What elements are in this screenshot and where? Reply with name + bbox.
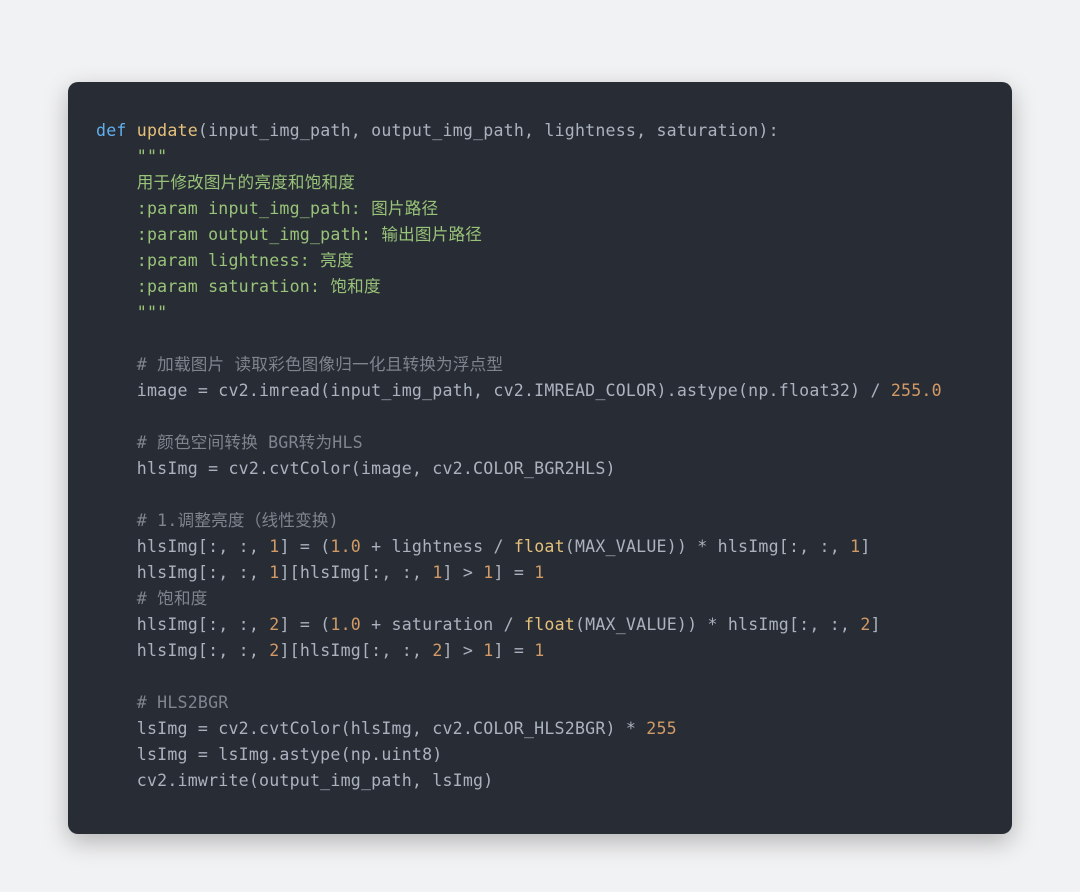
code-token: def [96, 121, 137, 140]
code-token: ) [758, 121, 768, 140]
code-token: # 饱和度 [137, 589, 208, 608]
code-token: 255 [646, 719, 677, 738]
code-token: # 颜色空间转换 BGR转为HLS [137, 433, 363, 452]
code-token: ( [198, 121, 208, 140]
code-token: """ [137, 147, 168, 166]
code-token: ] [860, 537, 870, 556]
code-token: 2 [860, 615, 870, 634]
code-token: ] = [493, 563, 534, 582]
code-token: 1 [483, 641, 493, 660]
code-token: ] > [443, 563, 484, 582]
code-token: # HLS2BGR [137, 693, 229, 712]
code-token: 1 [534, 563, 544, 582]
code-token: 1 [269, 537, 279, 556]
code-token: :param lightness: 亮度 [96, 251, 354, 270]
code-token: (MAX_VALUE)) * hlsImg[:, :, [575, 615, 860, 634]
code-token: ] = ( [279, 615, 330, 634]
code-token [96, 355, 137, 374]
code-token: # 1.调整亮度（线性变换) [137, 511, 339, 530]
page-root: def update(input_img_path, output_img_pa… [0, 0, 1080, 892]
code-token: 2 [269, 615, 279, 634]
code-token: (MAX_VALUE)) * hlsImg[:, :, [565, 537, 850, 556]
code-token: update [137, 121, 198, 140]
code-token: 1 [534, 641, 544, 660]
code-token: 1.0 [330, 537, 361, 556]
code-block: def update(input_img_path, output_img_pa… [96, 118, 992, 794]
code-token: hlsImg = cv2.cvtColor(image, cv2.COLOR_B… [96, 459, 616, 478]
code-token [96, 589, 137, 608]
code-token [96, 511, 137, 530]
code-token: 1.0 [330, 615, 361, 634]
code-token: ][hlsImg[:, :, [279, 641, 432, 660]
code-token: image = cv2.imread(input_img_path, cv2.I… [96, 381, 891, 400]
code-token: hlsImg[:, :, [96, 563, 269, 582]
code-token: : [769, 121, 779, 140]
code-token: ] = [493, 641, 534, 660]
code-token: 2 [269, 641, 279, 660]
code-token: + saturation / [361, 615, 524, 634]
code-token: 255.0 [891, 381, 942, 400]
code-token: ][hlsImg[:, :, [279, 563, 432, 582]
code-token: hlsImg[:, :, [96, 641, 269, 660]
code-token: hlsImg[:, :, [96, 537, 269, 556]
code-token: """ [96, 303, 167, 322]
code-token: :param saturation: 饱和度 [96, 277, 381, 296]
code-token: 1 [850, 537, 860, 556]
code-token: 1 [432, 563, 442, 582]
code-card: def update(input_img_path, output_img_pa… [68, 82, 1012, 834]
code-token: 1 [269, 563, 279, 582]
code-token: + lightness / [361, 537, 514, 556]
code-token: float [524, 615, 575, 634]
code-token: 2 [432, 641, 442, 660]
code-token: 用于修改图片的亮度和饱和度 [96, 173, 355, 192]
code-token [96, 147, 137, 166]
code-token: # 加载图片 读取彩色图像归一化且转换为浮点型 [137, 355, 503, 374]
code-token: :param output_img_path: 输出图片路径 [96, 225, 482, 244]
code-token: lsImg = lsImg.astype(np.uint8) [96, 745, 442, 764]
code-token: input_img_path, output_img_path, lightne… [208, 121, 758, 140]
code-token: ] > [443, 641, 484, 660]
code-token: ] [871, 615, 881, 634]
code-token: lsImg = cv2.cvtColor(hlsImg, cv2.COLOR_H… [96, 719, 646, 738]
code-token: 1 [483, 563, 493, 582]
code-token: :param input_img_path: 图片路径 [96, 199, 438, 218]
code-token: float [514, 537, 565, 556]
code-token [96, 693, 137, 712]
code-token [96, 433, 137, 452]
code-token: cv2.imwrite(output_img_path, lsImg) [96, 771, 493, 790]
code-token: ] = ( [279, 537, 330, 556]
code-token: hlsImg[:, :, [96, 615, 269, 634]
